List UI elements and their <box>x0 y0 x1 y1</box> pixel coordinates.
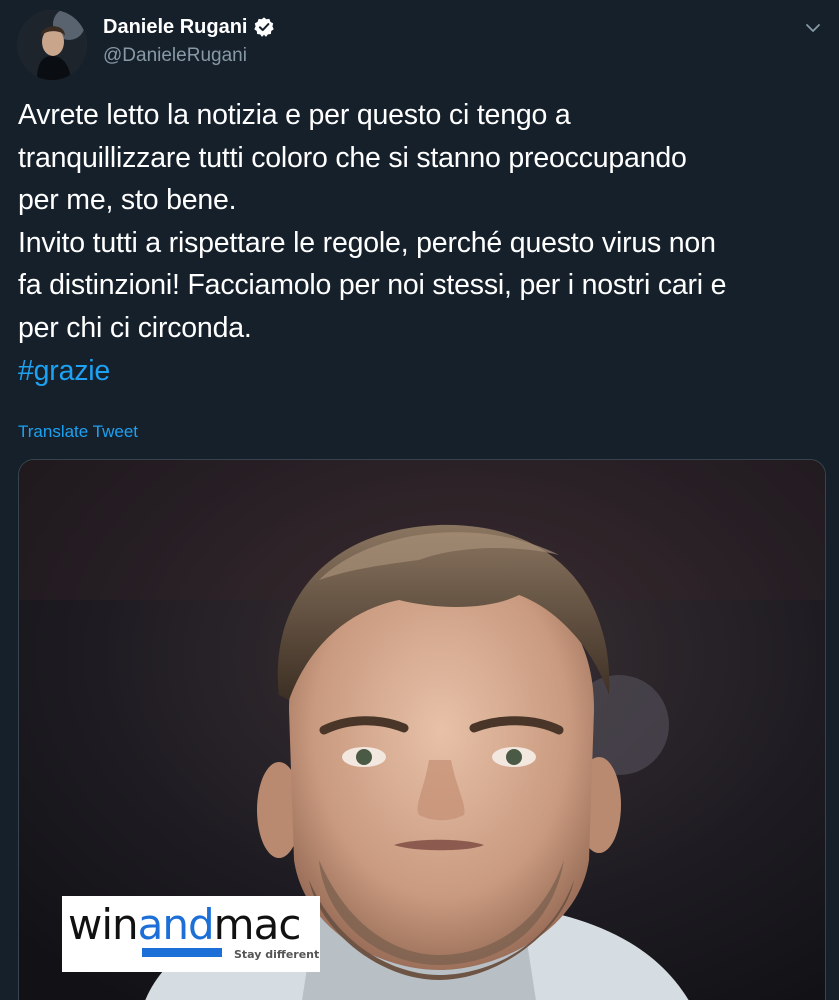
tweet-text-line: Avrete letto la notizia e per questo ci … <box>18 99 571 131</box>
watermark-wordmark: winandmac <box>68 900 302 949</box>
translate-tweet-link[interactable]: Translate Tweet <box>18 421 138 443</box>
tweet-media-photo[interactable]: winandmac Stay different <box>18 459 826 1000</box>
watermark-underline <box>142 948 222 957</box>
author-handle[interactable]: @DanieleRugani <box>103 44 247 68</box>
tweet-text-line: tranquillizzare tutti coloro che si stan… <box>18 141 687 174</box>
watermark-and: and <box>137 900 215 949</box>
verified-badge-icon <box>253 16 275 38</box>
watermark-suffix: mac <box>213 900 302 949</box>
tweet-text: Avrete letto la notizia e per questo ci … <box>18 94 824 392</box>
watermark-tagline: Stay different <box>234 948 320 961</box>
author-name-row: Daniele Rugani <box>103 14 275 40</box>
tweet-text-line: Invito tutti a rispettare le regole, per… <box>18 226 716 259</box>
tweet-text-line: per me, sto bene. <box>18 184 237 217</box>
hashtag-link[interactable]: #grazie <box>18 350 824 393</box>
tweet: Daniele Rugani @DanieleRugani Avrete let… <box>0 0 839 1000</box>
chevron-down-icon[interactable] <box>803 18 823 38</box>
tweet-text-line: per chi ci circonda. <box>18 311 252 344</box>
watermark-prefix: win <box>68 900 139 949</box>
avatar[interactable] <box>17 10 87 80</box>
author-display-name[interactable]: Daniele Rugani <box>103 14 247 40</box>
tweet-text-line: fa distinzioni! Facciamolo per noi stess… <box>18 269 727 302</box>
winandmac-watermark-logo: winandmac Stay different <box>62 896 320 972</box>
